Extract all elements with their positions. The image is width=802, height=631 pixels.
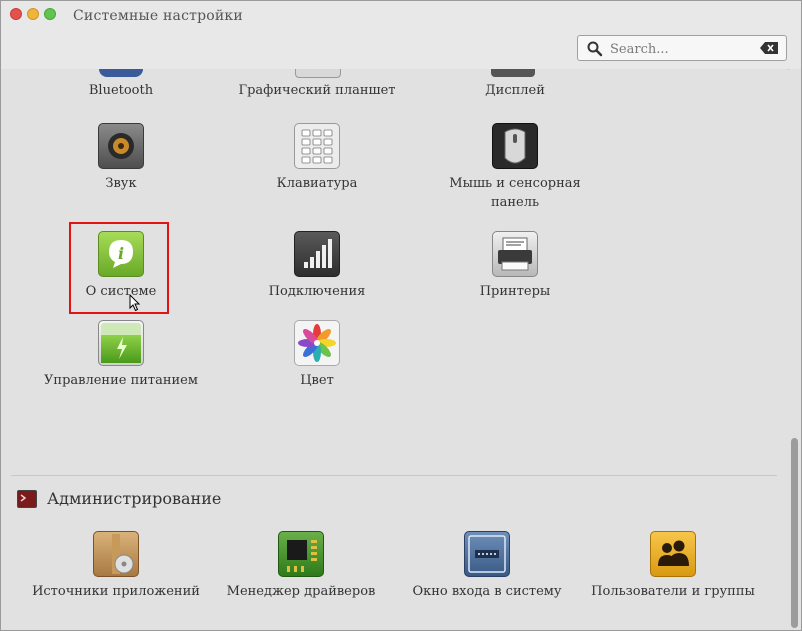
keyboard-icon bbox=[294, 123, 340, 169]
settings-content: Bluetooth Графический планшет Дисплей Зв… bbox=[1, 69, 788, 630]
package-icon bbox=[93, 531, 139, 577]
admin-item-users-groups[interactable]: Пользователи и группы bbox=[585, 531, 761, 601]
bluetooth-label[interactable]: Bluetooth bbox=[21, 83, 221, 98]
settings-item-networks[interactable]: Подключения bbox=[227, 231, 407, 301]
clear-search-icon[interactable] bbox=[760, 42, 778, 54]
display-label[interactable]: Дисплей bbox=[415, 83, 615, 98]
login-window-icon bbox=[464, 531, 510, 577]
item-label: Окно входа в систему bbox=[412, 584, 562, 599]
chip-icon bbox=[278, 531, 324, 577]
settings-item-mouse[interactable]: Мышь и сенсорная панель bbox=[425, 123, 605, 212]
minimize-button[interactable] bbox=[27, 8, 39, 20]
admin-item-login-window[interactable]: Окно входа в систему bbox=[397, 531, 577, 601]
speaker-icon bbox=[98, 123, 144, 169]
admin-terminal-icon bbox=[17, 489, 37, 508]
item-label: Менеджер драйверов bbox=[226, 584, 376, 599]
section-separator bbox=[11, 475, 777, 476]
color-icon bbox=[294, 320, 340, 366]
scrollbar-thumb[interactable] bbox=[791, 438, 798, 628]
item-label: Подключения bbox=[268, 284, 366, 299]
settings-item-sound[interactable]: Звук bbox=[31, 123, 211, 193]
item-label: Цвет bbox=[300, 373, 334, 388]
display-icon[interactable] bbox=[491, 69, 535, 77]
toolbar bbox=[1, 31, 801, 70]
search-input[interactable] bbox=[608, 39, 762, 59]
bluetooth-icon[interactable] bbox=[99, 69, 143, 77]
settings-window: Системные настройки Bluetooth Графически… bbox=[0, 0, 802, 631]
highlight-box bbox=[69, 222, 169, 314]
settings-item-printers[interactable]: Принтеры bbox=[425, 231, 605, 301]
item-label: Клавиатура bbox=[276, 176, 358, 191]
mouse-cursor-icon bbox=[129, 294, 141, 312]
settings-item-power[interactable]: Управление питанием bbox=[31, 320, 211, 390]
tablet-icon[interactable] bbox=[295, 69, 341, 78]
users-icon bbox=[650, 531, 696, 577]
search-box[interactable] bbox=[577, 35, 787, 61]
close-button[interactable] bbox=[10, 8, 22, 20]
window-controls bbox=[10, 8, 56, 20]
settings-item-keyboard[interactable]: Клавиатура bbox=[227, 123, 407, 193]
mouse-icon bbox=[492, 123, 538, 169]
admin-section-header: Администрирование bbox=[17, 489, 221, 508]
network-bars-icon bbox=[294, 231, 340, 277]
item-label: Принтеры bbox=[479, 284, 551, 299]
admin-item-software-sources[interactable]: Источники приложений bbox=[25, 531, 207, 601]
admin-section-title: Администрирование bbox=[47, 489, 222, 508]
printer-icon bbox=[492, 231, 538, 277]
item-label: Мышь и сенсорная панель bbox=[449, 176, 581, 210]
tablet-label[interactable]: Графический планшет bbox=[217, 83, 417, 98]
item-label: Звук bbox=[105, 176, 137, 191]
titlebar: Системные настройки bbox=[1, 1, 801, 31]
settings-item-color[interactable]: Цвет bbox=[227, 320, 407, 390]
admin-item-driver-manager[interactable]: Менеджер драйверов bbox=[211, 531, 391, 601]
battery-icon bbox=[98, 320, 144, 366]
window-title: Системные настройки bbox=[73, 8, 243, 24]
item-label: Источники приложений bbox=[32, 584, 200, 599]
vertical-scrollbar[interactable] bbox=[789, 69, 801, 630]
item-label: Управление питанием bbox=[44, 373, 198, 388]
item-label: Пользователи и группы bbox=[591, 584, 755, 599]
search-icon bbox=[587, 41, 603, 57]
maximize-button[interactable] bbox=[44, 8, 56, 20]
